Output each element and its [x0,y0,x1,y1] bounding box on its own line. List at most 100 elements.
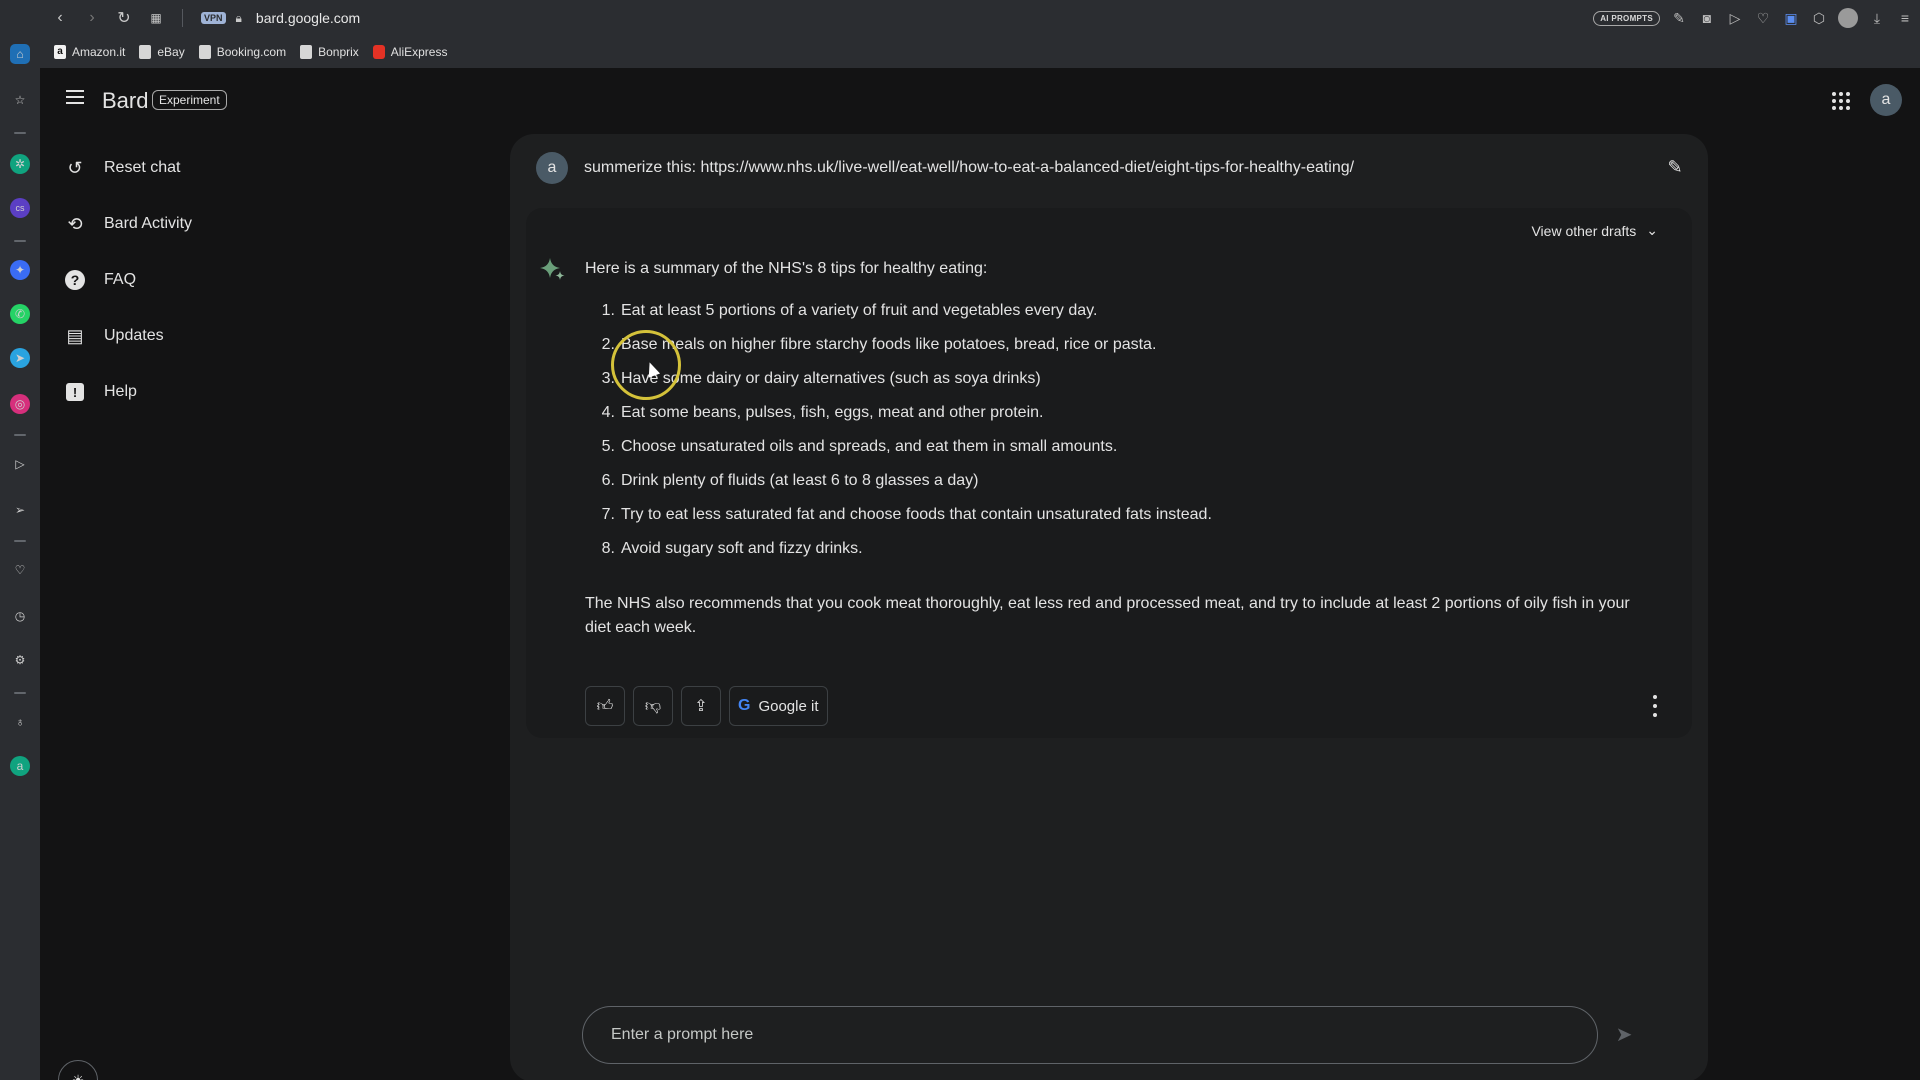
bookmark-bonprix[interactable]: Bonprix [300,45,359,59]
send-prompt-icon[interactable]: ➤ [1612,1022,1636,1046]
bookmarks-bar: a Amazon.it eBay Booking.com Bonprix Ali… [40,36,1920,68]
nav-updates[interactable]: ▤ Updates [40,308,480,364]
bookmark-aliexpress[interactable]: AliExpress [372,45,448,59]
page-icon [198,45,211,59]
thumbs-down-icon: 👎︎ [644,697,662,715]
chevron-down-icon: ⌄ [1646,222,1658,238]
home-icon[interactable]: ⌂ [10,44,30,64]
telegram-icon[interactable]: ➤ [10,348,30,368]
response-intro: Here is a summary of the NHS's 8 tips fo… [585,260,988,277]
play-icon[interactable]: ▷ [10,454,30,474]
clock-icon[interactable]: ◷ [10,606,30,626]
forward-icon[interactable]: › [76,0,108,36]
send-icon[interactable]: ▷ [1726,9,1744,27]
calendar-icon: ▤ [66,325,84,346]
browser-sidebar: ⌂ ☆ ✲ cs ✦ ✆ ➤ ◎ ▷ ➢ ♡ ◷ ⚙ ♁ a [0,36,40,1080]
list-item: 4. Eat some beans, pulses, fish, eggs, me… [601,404,1044,421]
sidebar-divider [14,132,26,134]
history-icon: ⟲ [67,213,83,234]
account-icon[interactable]: a [10,756,30,776]
tabs-grid-icon[interactable]: ▦ [140,0,172,36]
google-g-icon: G [738,697,751,714]
view-other-drafts-button[interactable]: View other drafts ⌄ [1531,222,1658,239]
bookmark-amazon[interactable]: a Amazon.it [54,45,125,59]
download-icon[interactable]: ⤓ [1868,9,1886,27]
profile-icon[interactable] [1838,8,1858,28]
nav-label: Reset chat [104,159,181,176]
bard-nav: ↺ Reset chat ⟲ Bard Activity ? FAQ ▤ Upd… [40,140,480,420]
google-it-button[interactable]: G Google it [729,686,828,726]
nav-bard-activity[interactable]: ⟲ Bard Activity [40,196,480,252]
app-title: Bard [102,88,149,113]
whatsapp-icon[interactable]: ✆ [10,304,30,324]
toolbar-divider [182,9,183,27]
chatgpt-icon[interactable]: ✲ [10,154,30,174]
nav-label: FAQ [104,271,137,288]
response-actions: 👍︎ 👎︎ ⇪ G Google it [585,686,828,726]
thumbs-down-button[interactable]: 👎︎ [633,686,673,726]
experiment-badge: Experiment [152,90,227,110]
settings-icon[interactable]: ⚙ [10,650,30,670]
browser-toolbar: ‹ › ↻ ▦ VPN 🔒︎ bard.google.com AI PROMPT… [0,0,1920,36]
response-outro: The NHS also recommends that you cook me… [585,595,1630,636]
heart-icon[interactable]: ♡ [10,560,30,580]
translate-icon[interactable]: ▣ [1782,9,1800,27]
list-item: 1. Eat at least 5 portions of a variety o… [601,302,1098,319]
thumbs-up-button[interactable]: 👍︎ [585,686,625,726]
google-it-label: Google it [758,697,819,715]
instagram-icon[interactable]: ◎ [10,394,30,414]
vpn-badge[interactable]: VPN [201,12,226,24]
bookmark-ebay[interactable]: eBay [139,45,185,59]
reload-icon[interactable]: ↻ [108,0,140,36]
list-item: 3. Have some dairy or dairy alternatives … [601,370,1041,387]
aliexpress-icon [372,45,385,59]
cs-icon[interactable]: cs [10,198,30,218]
page-icon [139,45,152,59]
bard-response: View other drafts ⌄ Here is a summary of… [526,208,1692,738]
bookmark-booking[interactable]: Booking.com [198,45,286,59]
messenger-icon[interactable]: ✦ [10,260,30,280]
list-item: 5. Choose unsaturated oils and spreads, a… [601,438,1118,455]
more-options-icon[interactable] [1650,692,1660,720]
share-button[interactable]: ⇪ [681,686,721,726]
prompt-avatar: a [536,152,568,184]
help-circle-icon: ? [64,269,86,291]
camera-icon[interactable]: ◙ [1698,9,1716,27]
back-icon[interactable]: ‹ [44,0,76,36]
bard-header: Bard Experiment a [40,68,1920,132]
menu-icon[interactable]: ≡ [1896,9,1914,27]
user-avatar[interactable]: a [1870,84,1902,116]
nav-faq[interactable]: ? FAQ [40,252,480,308]
heart-icon[interactable]: ♡ [1754,9,1772,27]
prompt-input[interactable] [611,1007,1561,1063]
lightbulb-icon[interactable]: ♁ [10,712,30,732]
bookmark-label: Bonprix [318,45,359,59]
list-item: 6. Drink plenty of fluids (at least 6 to … [601,472,979,489]
google-apps-icon[interactable] [1832,92,1850,110]
conversation-card: a summerize this: https://www.nhs.uk/liv… [510,134,1708,1080]
nav-reset-chat[interactable]: ↺ Reset chat [40,140,480,196]
send-icon[interactable]: ➢ [10,500,30,520]
lock-icon[interactable]: 🔒︎ [236,11,242,26]
address-bar[interactable]: bard.google.com [256,10,360,26]
sidebar-divider [14,240,26,242]
star-icon[interactable]: ☆ [10,90,30,110]
edit-note-icon[interactable]: ✎ [1670,9,1688,27]
theme-toggle-icon[interactable]: ☀ [58,1060,98,1080]
nav-help[interactable]: ! Help [40,364,480,420]
drafts-label: View other drafts [1531,222,1637,239]
sidebar-divider [14,692,26,694]
tips-list: 1. Eat at least 5 portions of a variety o… [585,294,1645,566]
sidebar-divider [14,434,26,436]
list-item: 8. Avoid sugary soft and fizzy drinks. [601,540,863,557]
cube-icon[interactable]: ⬡ [1810,9,1828,27]
amazon-icon: a [54,45,66,59]
bookmark-label: Amazon.it [72,45,126,59]
page-icon [300,45,313,59]
user-prompt: a summerize this: https://www.nhs.uk/liv… [536,152,1686,184]
bookmark-label: AliExpress [390,45,448,59]
share-icon: ⇪ [694,698,708,715]
ai-prompts-button[interactable]: AI PROMPTS [1593,10,1660,26]
edit-prompt-icon[interactable]: ✎ [1664,156,1686,178]
hamburger-menu-icon[interactable] [66,90,84,104]
